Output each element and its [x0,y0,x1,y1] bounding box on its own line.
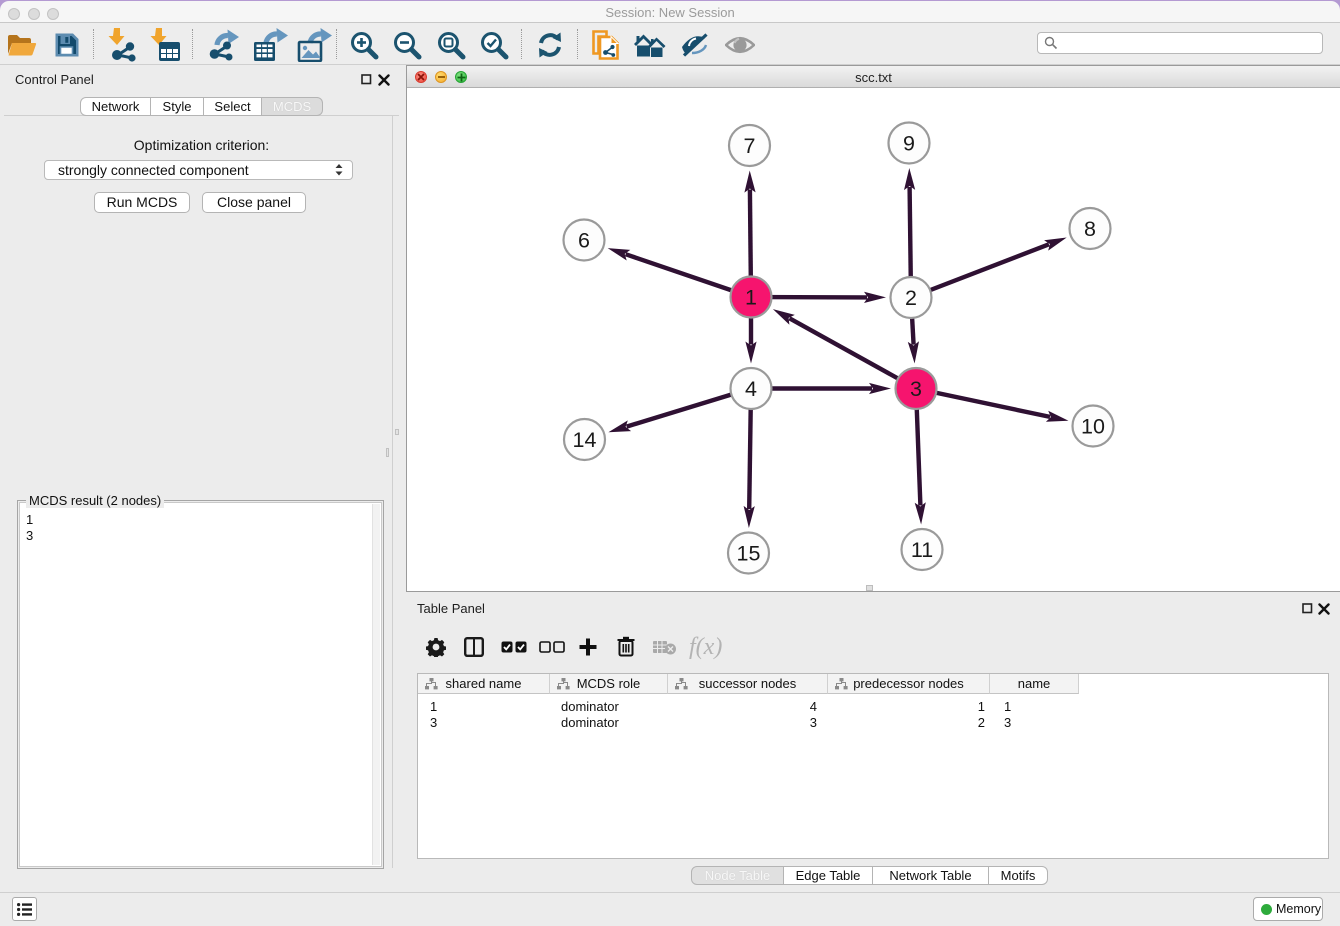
svg-text:14: 14 [573,428,597,452]
svg-text:1: 1 [745,286,757,310]
svg-text:8: 8 [1084,217,1096,241]
svg-text:4: 4 [745,377,757,401]
svg-text:15: 15 [737,542,761,566]
svg-text:6: 6 [578,229,590,253]
svg-text:2: 2 [905,286,917,310]
svg-text:10: 10 [1081,415,1105,439]
svg-text:7: 7 [744,134,756,158]
svg-text:3: 3 [910,377,922,401]
svg-text:11: 11 [911,538,933,562]
svg-text:9: 9 [903,132,915,156]
